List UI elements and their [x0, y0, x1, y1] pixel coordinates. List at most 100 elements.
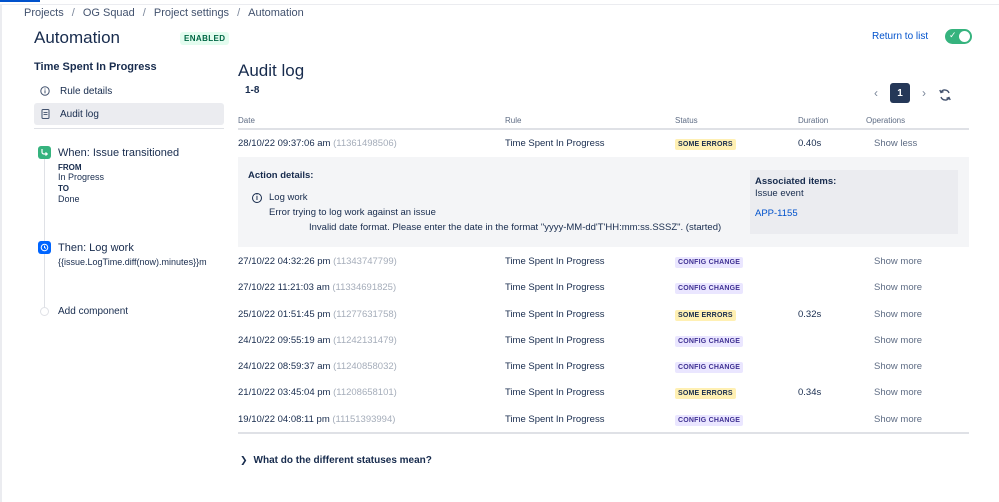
- breadcrumb-separator: /: [71, 7, 75, 19]
- show-more-link[interactable]: Show more: [866, 387, 969, 398]
- trigger-from-label: FROM: [58, 163, 82, 172]
- return-to-list-link[interactable]: Return to list: [872, 31, 928, 42]
- execution-id: (11343747799): [333, 255, 397, 267]
- result-range: 1-8: [245, 85, 260, 96]
- status-lozenge: CONFIG CHANGE: [675, 414, 744, 426]
- row-date: 27/10/22 11:21:03 am (11334691825): [238, 282, 397, 294]
- row-duration: 0.40s: [798, 137, 822, 149]
- row-duration: 0.34s: [798, 387, 822, 399]
- row-rule: Time Spent In Progress: [505, 361, 605, 373]
- show-more-link[interactable]: Show more: [866, 282, 969, 293]
- sidebar-item-rule-details[interactable]: Rule details: [34, 80, 224, 102]
- show-less-link[interactable]: Show less: [866, 138, 969, 149]
- row-status: SOME ERRORS: [675, 309, 798, 321]
- row-date: 21/10/22 03:45:04 pm (11208658101): [238, 387, 397, 399]
- top-progress-line: [0, 0, 999, 5]
- row-rule: Time Spent In Progress: [505, 282, 605, 294]
- table-bottom-rule: [238, 432, 969, 435]
- row-rule: Time Spent In Progress: [505, 137, 605, 149]
- status-lozenge: CONFIG CHANGE: [675, 335, 744, 347]
- chevron-left-icon[interactable]: ‹: [870, 86, 882, 100]
- trigger-to-label: TO: [58, 184, 69, 193]
- trigger-to-value: Done: [58, 194, 80, 204]
- action-title[interactable]: Then: Log work: [58, 242, 134, 254]
- table-row: 24/10/22 09:55:19 am (11242131479) Time …: [238, 327, 969, 353]
- show-more-link[interactable]: Show more: [866, 256, 969, 267]
- page-button[interactable]: 1: [890, 83, 910, 103]
- timeline-line: [44, 158, 45, 308]
- page-title: Automation: [34, 28, 120, 47]
- show-more-link[interactable]: Show more: [866, 414, 969, 425]
- row-status: CONFIG CHANGE: [675, 361, 798, 374]
- action-details-title: Action details:: [248, 170, 314, 182]
- audit-log-table: Date Rule Status Duration Operations 28/…: [238, 112, 969, 435]
- column-header-rule: Rule: [505, 115, 522, 125]
- action-details-panel: Action details: i Log work Error trying …: [238, 157, 969, 248]
- breadcrumb-project-settings[interactable]: Project settings: [154, 7, 229, 19]
- error-message: Invalid date format. Please enter the da…: [309, 222, 722, 234]
- row-rule: Time Spent In Progress: [505, 334, 605, 346]
- breadcrumb-projects[interactable]: Projects: [24, 7, 64, 19]
- document-icon: [40, 109, 50, 119]
- statuses-help-label: What do the different statuses mean?: [253, 455, 432, 466]
- table-row: 28/10/22 09:37:06 am (11361498506) Time …: [238, 130, 969, 156]
- column-header-status: Status: [675, 115, 698, 125]
- trigger-from-value: In Progress: [58, 172, 105, 182]
- status-lozenge: SOME ERRORS: [675, 309, 736, 321]
- chevron-right-icon: ❯: [240, 455, 248, 465]
- column-header-duration: Duration: [798, 115, 829, 125]
- show-more-link[interactable]: Show more: [866, 361, 969, 372]
- add-component-dot: [40, 307, 49, 316]
- status-lozenge: SOME ERRORS: [675, 138, 736, 150]
- table-row: 19/10/22 04:08:11 pm (11151393994) Time …: [238, 406, 969, 432]
- add-component-button[interactable]: Add component: [58, 306, 128, 317]
- associated-items-type: Issue event: [755, 188, 804, 200]
- clock-icon: [38, 241, 51, 254]
- row-status: CONFIG CHANGE: [675, 414, 798, 426]
- row-rule: Time Spent In Progress: [505, 255, 605, 267]
- breadcrumb-project[interactable]: OG Squad: [83, 7, 135, 19]
- breadcrumb-automation[interactable]: Automation: [248, 7, 304, 19]
- row-rule: Time Spent In Progress: [505, 308, 605, 320]
- issue-link[interactable]: APP-1155: [755, 208, 953, 219]
- row-status: CONFIG CHANGE: [675, 256, 798, 268]
- sidebar-divider: [34, 128, 224, 129]
- refresh-icon[interactable]: [938, 88, 952, 105]
- execution-id: (11361498506): [333, 137, 397, 149]
- rule-name: Time Spent In Progress: [34, 61, 157, 73]
- execution-id: (11334691825): [332, 282, 397, 294]
- show-more-link[interactable]: Show more: [866, 309, 969, 320]
- error-summary: Error trying to log work against an issu…: [269, 207, 436, 219]
- execution-id: (11242131479): [333, 334, 397, 346]
- row-date: 24/10/22 08:59:37 am (11240858032): [238, 361, 397, 373]
- info-icon: [40, 86, 50, 96]
- execution-id: (11208658101): [333, 387, 397, 399]
- row-duration: 0.32s: [798, 308, 822, 320]
- status-lozenge: CONFIG CHANGE: [675, 256, 744, 268]
- table-row: 27/10/22 11:21:03 am (11334691825) Time …: [238, 275, 969, 301]
- chevron-right-icon[interactable]: ›: [918, 86, 930, 100]
- breadcrumb-separator: /: [237, 7, 241, 19]
- rule-enabled-toggle[interactable]: ✓: [945, 29, 972, 44]
- sidebar-item-audit-log[interactable]: Audit log: [34, 103, 224, 125]
- row-date: 19/10/22 04:08:11 pm (11151393994): [238, 413, 396, 425]
- transition-icon: [38, 146, 51, 159]
- row-status: SOME ERRORS: [675, 387, 798, 400]
- statuses-help-toggle[interactable]: ❯ What do the different statuses mean?: [240, 455, 432, 466]
- pagination: ‹ 1 ›: [870, 83, 930, 103]
- trigger-title[interactable]: When: Issue transitioned: [58, 147, 179, 159]
- row-rule: Time Spent In Progress: [505, 413, 605, 425]
- row-rule: Time Spent In Progress: [505, 387, 605, 399]
- check-icon: ✓: [949, 30, 957, 40]
- show-more-link[interactable]: Show more: [866, 335, 969, 346]
- row-date: 28/10/22 09:37:06 am (11361498506): [238, 137, 397, 149]
- action-expression: {{issue.LogTime.diff(now).minutes}}m: [58, 257, 207, 267]
- row-date: 25/10/22 01:51:45 pm (11277631758): [238, 308, 397, 320]
- table-row: 24/10/22 08:59:37 am (11240858032) Time …: [238, 353, 969, 379]
- execution-id: (11240858032): [333, 361, 397, 373]
- row-status: CONFIG CHANGE: [675, 335, 798, 347]
- sidebar-item-label: Audit log: [60, 108, 99, 120]
- info-icon: i: [252, 193, 262, 204]
- action-name: Log work: [269, 192, 308, 204]
- row-date: 27/10/22 04:32:26 pm (11343747799): [238, 255, 397, 267]
